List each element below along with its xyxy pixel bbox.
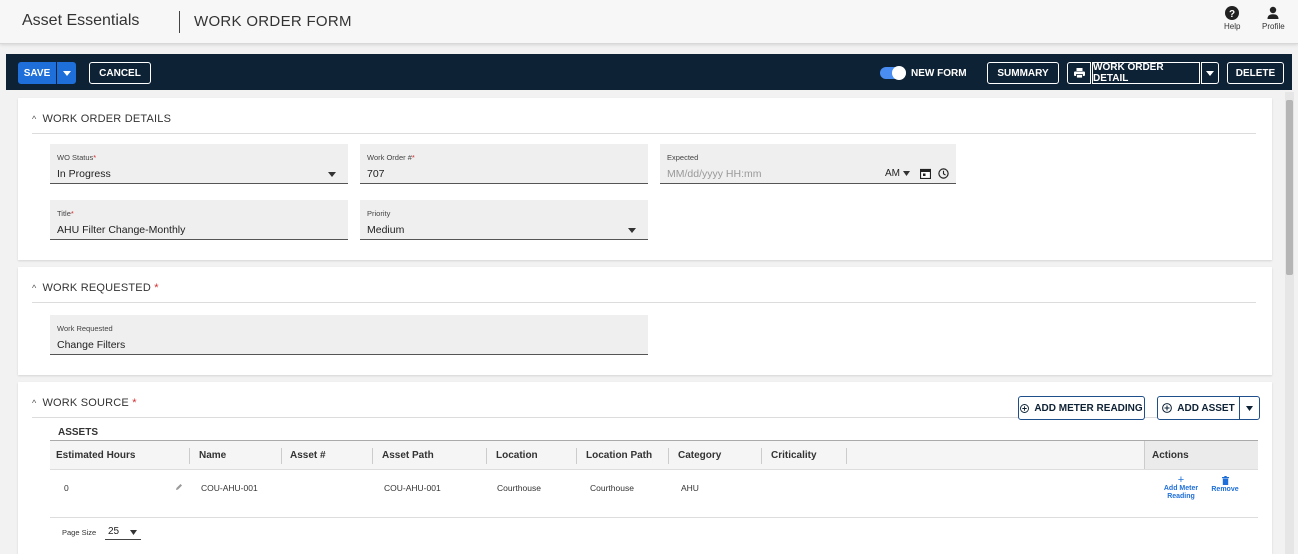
assets-table-header: Estimated Hours Name Asset # Asset Path …	[50, 440, 1258, 470]
caret-down-icon	[130, 530, 137, 535]
work-order-number-label: Work Order #	[367, 153, 412, 162]
plus-icon: +	[1177, 474, 1185, 486]
add-meter-reading-button[interactable]: ADD METER READING	[1018, 396, 1145, 420]
caret-down-icon	[1206, 70, 1214, 76]
work-order-detail-dropdown[interactable]	[1201, 62, 1219, 84]
column-header[interactable]: Asset #	[290, 450, 326, 461]
column-header[interactable]: Estimated Hours	[56, 450, 135, 461]
wo-status-field[interactable]: WO Status* In Progress	[50, 144, 348, 184]
column-header[interactable]: Name	[199, 450, 226, 461]
cell-category: AHU	[681, 483, 699, 493]
work-requested-section: ^ WORK REQUESTED * Work Requested Change …	[18, 267, 1272, 375]
cell-asset-path: COU-AHU-001	[384, 483, 441, 493]
profile-label: Profile	[1262, 22, 1285, 31]
work-requested-label: Work Requested	[57, 324, 113, 333]
column-header[interactable]: Asset Path	[382, 450, 434, 461]
section-divider	[32, 417, 1162, 418]
work-source-section: ^ WORK SOURCE * ADD METER READING ADD ASS…	[18, 382, 1272, 554]
remove-row-action[interactable]: Remove	[1210, 476, 1240, 494]
header-divider	[179, 11, 180, 33]
save-button[interactable]: SAVE	[18, 62, 56, 84]
work-source-header[interactable]: ^ WORK SOURCE *	[32, 397, 137, 409]
edit-pencil-icon[interactable]	[175, 483, 183, 491]
form-toolbar: SAVE CANCEL NEW FORM SUMMARY WORK ORDER …	[6, 54, 1292, 90]
help-icon: ?	[1225, 6, 1240, 20]
priority-label: Priority	[367, 209, 391, 218]
caret-down-icon	[62, 70, 71, 76]
section-divider	[32, 133, 1256, 134]
cell-location: Courthouse	[497, 483, 541, 493]
profile-icon	[1267, 6, 1279, 19]
cancel-button[interactable]: CANCEL	[89, 62, 151, 84]
app-title[interactable]: Asset Essentials	[22, 12, 139, 30]
chevron-up-icon: ^	[32, 283, 37, 293]
wo-status-label: WO Status	[57, 153, 94, 162]
chevron-up-icon: ^	[32, 114, 37, 124]
work-requested-value: Change Filters	[57, 339, 126, 351]
chevron-up-icon: ^	[32, 398, 37, 408]
priority-value: Medium	[367, 224, 405, 236]
work-requested-header[interactable]: ^ WORK REQUESTED *	[32, 282, 159, 294]
page-size-label: Page Size	[62, 528, 97, 537]
plus-circle-icon	[1162, 403, 1173, 413]
caret-down-icon	[902, 171, 910, 176]
help-button[interactable]: ? Help	[1224, 6, 1240, 31]
profile-button[interactable]: Profile	[1262, 6, 1285, 31]
column-header[interactable]: Criticality	[771, 450, 817, 461]
calendar-icon[interactable]	[920, 168, 931, 179]
ampm-select[interactable]: AM	[885, 168, 910, 179]
assets-label: ASSETS	[58, 427, 99, 438]
column-header[interactable]: Location Path	[586, 450, 652, 461]
plus-circle-icon	[1020, 403, 1030, 413]
column-header[interactable]: Category	[678, 450, 721, 461]
scrollbar-thumb[interactable]	[1286, 100, 1293, 275]
column-header[interactable]: Location	[496, 450, 538, 461]
page-size-select[interactable]: 25	[105, 524, 141, 540]
delete-button[interactable]: DELETE	[1227, 62, 1284, 84]
column-header: Actions	[1152, 450, 1189, 461]
caret-down-icon	[1246, 405, 1253, 411]
new-form-label: NEW FORM	[911, 68, 967, 79]
save-options-button[interactable]	[57, 62, 76, 84]
page-title: WORK ORDER FORM	[194, 13, 352, 30]
app-header: Asset Essentials WORK ORDER FORM ? Help …	[0, 0, 1298, 44]
help-label: Help	[1224, 22, 1241, 31]
work-order-details-header[interactable]: ^ WORK ORDER DETAILS	[32, 113, 171, 125]
clock-icon[interactable]	[938, 168, 949, 179]
work-requested-field[interactable]: Work Requested Change Filters	[50, 315, 648, 355]
title-value: AHU Filter Change-Monthly	[57, 224, 186, 236]
print-button[interactable]	[1067, 62, 1091, 84]
svg-text:?: ?	[1229, 9, 1235, 20]
work-order-number-field[interactable]: Work Order #* 707	[360, 144, 648, 184]
cell-location-path: Courthouse	[590, 483, 634, 493]
priority-field[interactable]: Priority Medium	[360, 200, 648, 240]
printer-icon	[1073, 68, 1085, 78]
dropdown-arrow-icon	[328, 172, 336, 177]
expected-placeholder: MM/dd/yyyy HH:mm	[667, 168, 762, 180]
section-divider	[32, 302, 1256, 303]
add-asset-dropdown[interactable]	[1239, 396, 1260, 420]
title-field[interactable]: Title* AHU Filter Change-Monthly	[50, 200, 348, 240]
work-order-detail-button[interactable]: WORK ORDER DETAIL	[1092, 62, 1200, 84]
expected-label: Expected	[667, 153, 699, 162]
trash-icon	[1221, 476, 1229, 485]
dropdown-arrow-icon	[628, 228, 636, 233]
wo-status-value: In Progress	[57, 168, 111, 180]
new-form-toggle[interactable]	[880, 66, 906, 80]
work-order-number-value: 707	[367, 168, 385, 180]
cell-estimated-hours[interactable]: 0	[64, 483, 69, 493]
add-asset-button[interactable]: ADD ASSET	[1157, 396, 1240, 420]
add-meter-reading-row-action[interactable]: + Add Meter Reading	[1162, 474, 1200, 501]
expected-date-field[interactable]: Expected MM/dd/yyyy HH:mm AM	[660, 144, 956, 184]
title-label: Title	[57, 209, 71, 218]
toggle-knob	[892, 66, 906, 80]
row-divider	[50, 517, 1258, 518]
cell-name[interactable]: COU-AHU-001	[201, 483, 258, 493]
work-order-details-section: ^ WORK ORDER DETAILS WO Status* In Progre…	[18, 98, 1272, 260]
summary-button[interactable]: SUMMARY	[987, 62, 1059, 84]
